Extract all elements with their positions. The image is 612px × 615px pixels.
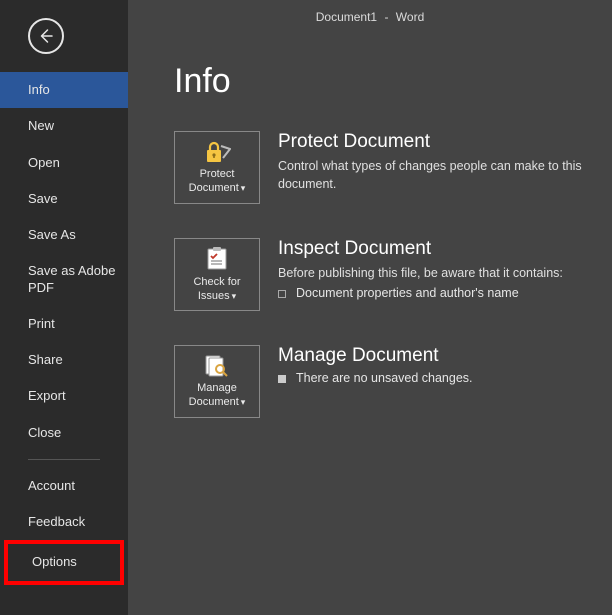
nav-item-export[interactable]: Export [0,378,128,414]
status-icon [278,375,286,383]
nav-item-share[interactable]: Share [0,342,128,378]
back-arrow-icon [37,27,55,45]
nav-separator [28,459,100,460]
nav-item-save-as-adobe-pdf[interactable]: Save as Adobe PDF [0,253,128,306]
manage-status-text: There are no unsaved changes. [296,371,473,385]
title-separator: - [384,10,388,24]
nav-item-new[interactable]: New [0,108,128,144]
document-search-icon [203,354,231,378]
manage-status-row: There are no unsaved changes. [278,371,592,385]
chevron-down-icon: ▾ [232,291,237,301]
protect-tile-label: Protect Document▾ [175,168,259,196]
backstage-sidebar: Info New Open Save Save As Save as Adobe… [0,0,128,615]
document-name: Document1 [316,10,377,24]
nav-item-account[interactable]: Account [0,468,128,504]
page-title: Info [174,62,592,101]
chevron-down-icon: ▾ [241,183,246,193]
app-name: Word [396,10,424,24]
nav-item-options[interactable]: Options [8,544,120,580]
protect-description: Control what types of changes people can… [278,157,592,193]
checklist-icon [204,246,230,272]
section-protect: Protect Document▾ Protect Document Contr… [174,131,592,204]
manage-document-button[interactable]: Manage Document▾ [174,345,260,418]
nav-item-save-as[interactable]: Save As [0,217,128,253]
check-for-issues-button[interactable]: Check for Issues▾ [174,238,260,311]
inspect-title: Inspect Document [278,238,592,260]
nav-item-feedback[interactable]: Feedback [0,504,128,540]
chevron-down-icon: ▾ [241,397,246,407]
inspect-lead: Before publishing this file, be aware th… [278,264,592,282]
nav-item-save[interactable]: Save [0,181,128,217]
nav-item-info[interactable]: Info [0,72,128,108]
protect-title: Protect Document [278,131,592,153]
protect-document-button[interactable]: Protect Document▾ [174,131,260,204]
check-issues-tile-label: Check for Issues▾ [175,276,259,304]
options-highlight: Options [4,540,124,584]
lock-icon [203,140,231,164]
back-button[interactable] [28,18,64,54]
window-title: Document1 - Word [128,10,612,24]
inspect-item: Document properties and author's name [278,286,592,300]
section-manage: Manage Document▾ Manage Document There a… [174,345,592,418]
manage-title: Manage Document [278,345,592,367]
nav-item-print[interactable]: Print [0,306,128,342]
section-inspect: Check for Issues▾ Inspect Document Befor… [174,238,592,311]
manage-tile-label: Manage Document▾ [175,382,259,410]
main-panel: Document1 - Word Info Protect Docume [128,0,612,615]
nav-item-close[interactable]: Close [0,415,128,451]
nav-item-open[interactable]: Open [0,145,128,181]
nav-list: Info New Open Save Save As Save as Adobe… [0,72,128,585]
bullet-icon [278,290,286,298]
inspect-item-text: Document properties and author's name [296,286,519,300]
